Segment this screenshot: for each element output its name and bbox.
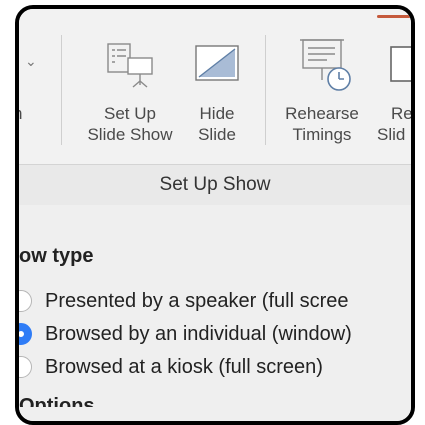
screenshot-frame: ⌄ n Set Up Slide Show <box>15 5 415 425</box>
options-heading: Options <box>19 395 95 407</box>
partial-right-label-line1: Re <box>391 104 413 123</box>
rehearse-timings-label-line1: Rehearse <box>285 104 359 123</box>
rehearse-timings-label-line2: Timings <box>292 125 352 144</box>
setup-show-dialog: ow type Presented by a speaker (full scr… <box>19 205 411 421</box>
setup-slideshow-label-line2: Slide Show <box>87 125 173 144</box>
partial-left-label: n <box>19 103 22 124</box>
hide-slide-label-line2: Slide <box>198 125 236 144</box>
ribbon: ⌄ n Set Up Slide Show <box>19 9 411 164</box>
chevron-down-icon[interactable]: ⌄ <box>25 53 37 70</box>
rehearse-timings-icon <box>300 39 351 91</box>
setup-slideshow-icon <box>107 43 153 88</box>
setup-slideshow-label-line1: Set Up <box>104 104 156 123</box>
ribbon-group-bar: Set Up Show <box>19 164 411 206</box>
hide-slide-label-line1: Hide <box>199 104 235 123</box>
radio-label: Presented by a speaker (full scree <box>45 290 349 312</box>
record-slideshow-icon <box>390 46 411 82</box>
radio-button[interactable] <box>19 290 32 312</box>
ribbon-separator <box>265 35 266 145</box>
hide-slide-icon <box>195 45 239 81</box>
group-label: Set Up Show <box>159 174 271 195</box>
show-type-heading: ow type <box>19 245 94 267</box>
accent-bar <box>377 15 411 18</box>
radio-label: Browsed by an individual (window) <box>45 323 352 345</box>
partial-right-label-line2: Slid <box>377 125 406 144</box>
ribbon-separator <box>61 35 62 145</box>
radio-button[interactable] <box>19 356 32 378</box>
radio-button-selected[interactable] <box>19 323 32 345</box>
radio-label: Browsed at a kiosk (full screen) <box>45 356 323 378</box>
